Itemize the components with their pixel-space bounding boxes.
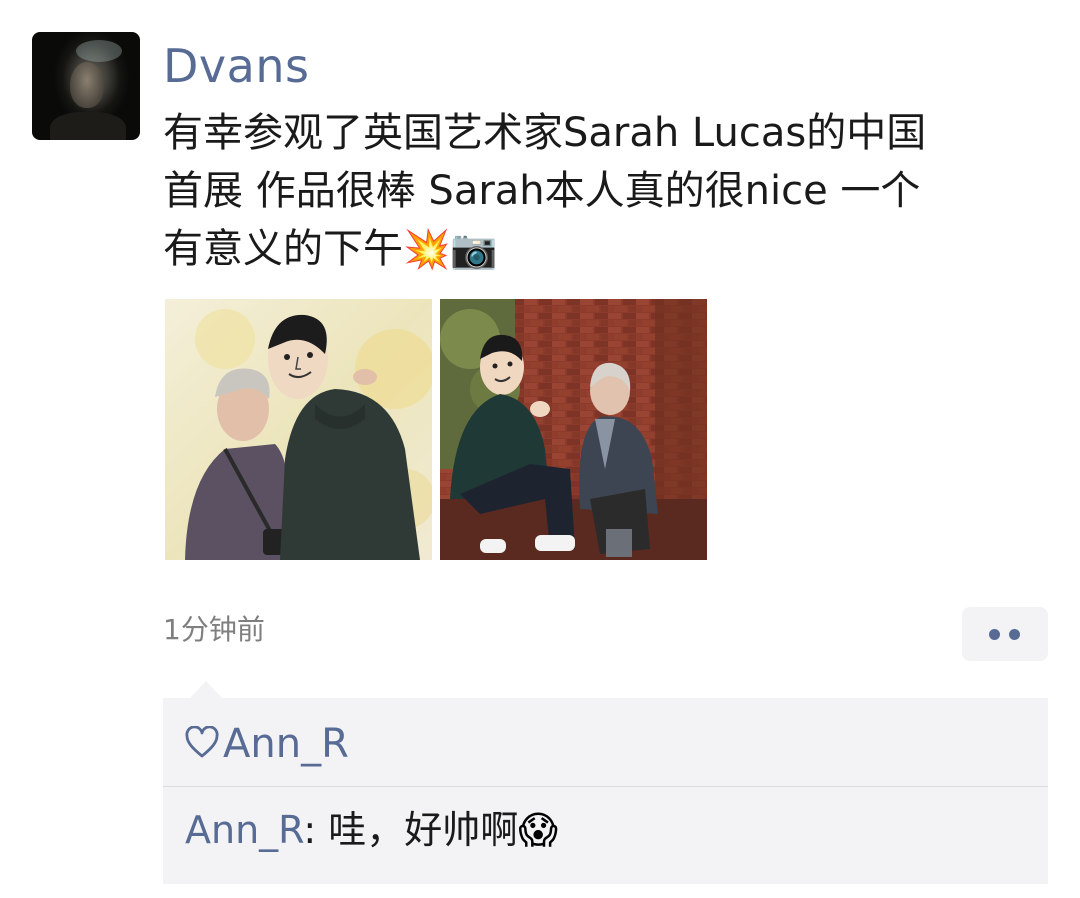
comment-item[interactable]: Ann_R: 哇，好帅啊😱 <box>185 802 558 858</box>
scream-emoji: 😱 <box>518 808 558 852</box>
panel-pointer <box>190 681 222 698</box>
more-dot-icon <box>1009 629 1020 640</box>
post-text-line-2: 首展 作品很棒 Sarah本人真的很nice 一个 <box>163 168 921 214</box>
divider <box>163 786 1048 787</box>
post-text-line-3-text: 有意义的下午 <box>163 226 403 272</box>
photo-1-graphic <box>165 299 432 560</box>
comment-author[interactable]: Ann_R <box>185 808 303 852</box>
post-text-line-1: 有幸参观了英国艺术家Sarah Lucas的中国 <box>163 110 927 156</box>
like-user-name[interactable]: Ann_R <box>223 718 349 770</box>
likes-row: Ann_R <box>163 698 1048 786</box>
more-actions-button[interactable] <box>962 607 1048 661</box>
photo-2-graphic <box>440 299 707 560</box>
post-image-1[interactable] <box>165 299 432 560</box>
author-name[interactable]: Dvans <box>163 36 309 96</box>
avatar[interactable] <box>32 32 140 140</box>
comment-text: 哇，好帅啊 <box>328 808 519 852</box>
post-text: 有幸参观了英国艺术家Sarah Lucas的中国 首展 作品很棒 Sarah本人… <box>163 104 1023 278</box>
avatar-face <box>70 62 104 108</box>
post-timestamp: 1分钟前 <box>163 613 265 646</box>
avatar-smoke <box>76 40 122 62</box>
camera-flash-emoji: 💥📷 <box>403 227 498 271</box>
post-image-2[interactable] <box>440 299 707 560</box>
likes-comments-panel: Ann_R Ann_R: 哇，好帅啊😱 <box>163 698 1048 884</box>
moment-post: Dvans 有幸参观了英国艺术家Sarah Lucas的中国 首展 作品很棒 S… <box>0 0 1080 898</box>
post-text-line-3: 有意义的下午💥📷 <box>163 220 1023 278</box>
heart-icon <box>185 726 219 758</box>
more-dot-icon <box>989 629 1000 640</box>
avatar-body <box>50 112 126 140</box>
comment-separator: : <box>303 808 329 852</box>
